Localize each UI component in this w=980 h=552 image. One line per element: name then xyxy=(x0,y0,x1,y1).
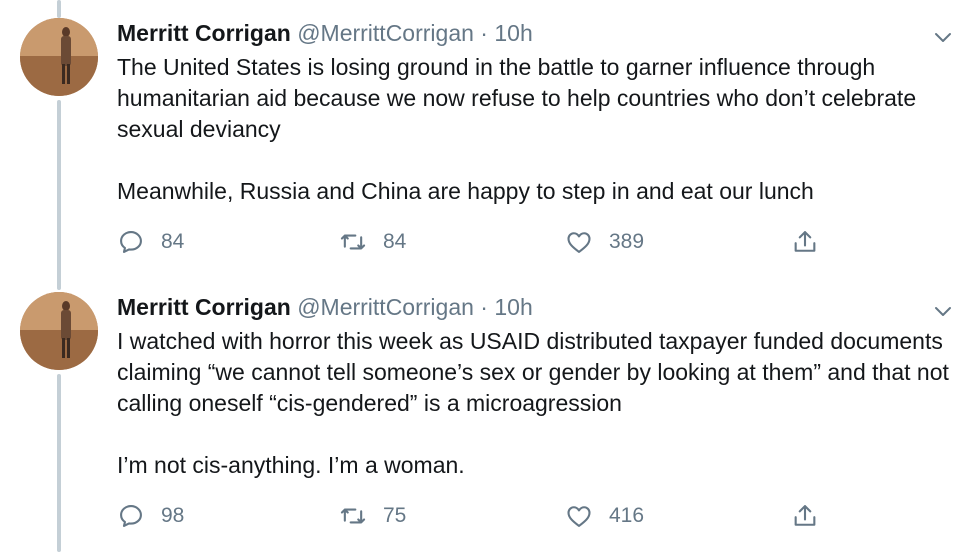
retweet-icon xyxy=(340,234,366,250)
heart-icon xyxy=(567,232,591,253)
like-count: 389 xyxy=(609,230,645,253)
share-button[interactable] xyxy=(791,226,819,258)
share-icon xyxy=(794,231,816,252)
user-handle[interactable]: @MerrittCorrigan xyxy=(297,294,474,320)
avatar[interactable] xyxy=(20,18,98,96)
tweet-header: Merritt Corrigan @MerrittCorrigan · 10h xyxy=(117,18,533,48)
tweet[interactable]: Merritt Corrigan @MerrittCorrigan · 10h … xyxy=(0,292,980,550)
reply-icon xyxy=(120,505,142,527)
retweet-count: 84 xyxy=(383,230,407,253)
tweet-text: The United States is losing ground in th… xyxy=(117,52,967,207)
retweet-icon xyxy=(340,508,366,524)
retweet-count: 75 xyxy=(383,504,407,527)
tweet-paragraph: Meanwhile, Russia and China are happy to… xyxy=(117,178,814,204)
separator: · xyxy=(480,294,488,320)
tweet-header: Merritt Corrigan @MerrittCorrigan · 10h xyxy=(117,292,533,322)
tweet-text: I watched with horror this week as USAID… xyxy=(117,326,967,481)
reply-button[interactable]: 98 xyxy=(117,500,184,532)
chevron-down-icon[interactable] xyxy=(930,298,956,324)
reply-button[interactable]: 84 xyxy=(117,226,184,258)
avatar[interactable] xyxy=(20,292,98,370)
tweet[interactable]: Merritt Corrigan @MerrittCorrigan · 10h … xyxy=(0,18,980,270)
tweet-actions: 98 75 416 xyxy=(117,500,837,532)
share-icon xyxy=(794,505,816,526)
retweet-button[interactable]: 84 xyxy=(339,226,406,258)
reply-count: 98 xyxy=(161,504,185,527)
timestamp[interactable]: 10h xyxy=(494,294,532,320)
separator: · xyxy=(480,20,488,46)
user-handle[interactable]: @MerrittCorrigan xyxy=(297,20,474,46)
tweet-paragraph: The United States is losing ground in th… xyxy=(117,54,917,142)
heart-icon xyxy=(567,506,591,527)
thread-line-top xyxy=(57,0,61,18)
display-name[interactable]: Merritt Corrigan xyxy=(117,20,291,46)
share-button[interactable] xyxy=(791,500,819,532)
reply-count: 84 xyxy=(161,230,185,253)
retweet-button[interactable]: 75 xyxy=(339,500,406,532)
timestamp[interactable]: 10h xyxy=(494,20,532,46)
tweet-actions: 84 84 389 xyxy=(117,226,837,258)
display-name[interactable]: Merritt Corrigan xyxy=(117,294,291,320)
like-button[interactable]: 389 xyxy=(565,226,644,258)
tweet-paragraph: I watched with horror this week as USAID… xyxy=(117,328,949,416)
chevron-down-icon[interactable] xyxy=(930,24,956,50)
reply-icon xyxy=(120,231,142,253)
like-button[interactable]: 416 xyxy=(565,500,644,532)
like-count: 416 xyxy=(609,504,645,527)
tweet-paragraph: I’m not cis-anything. I’m a woman. xyxy=(117,452,465,478)
